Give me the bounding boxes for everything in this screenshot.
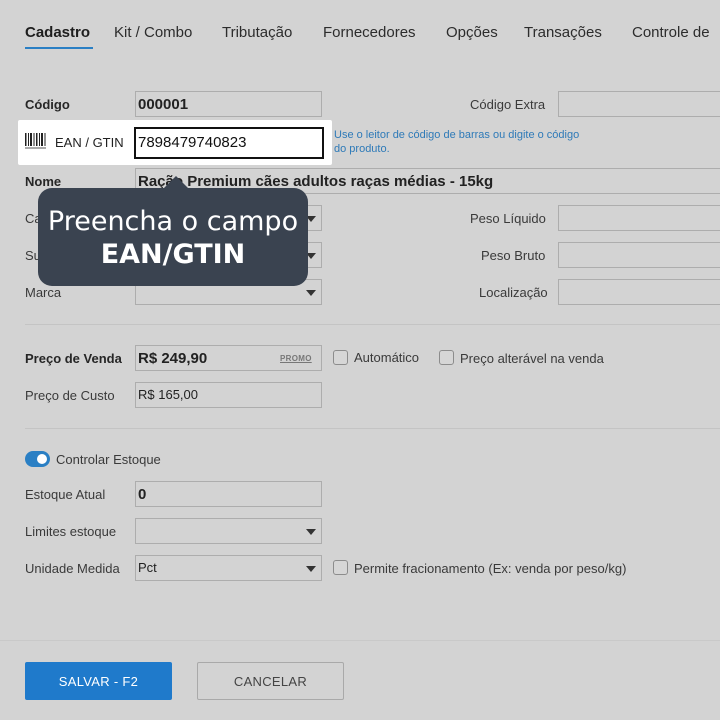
tab-kit-combo[interactable]: Kit / Combo: [114, 24, 192, 41]
section-divider: [25, 324, 720, 325]
peso-liquido-input[interactable]: [558, 205, 720, 231]
ean-label: EAN / GTIN: [55, 135, 124, 150]
section-divider: [25, 428, 720, 429]
automatico-checkbox[interactable]: [333, 350, 348, 365]
peso-bruto-input[interactable]: [558, 242, 720, 268]
limites-estoque-select[interactable]: [135, 518, 322, 544]
preco-venda-label: Preço de Venda: [25, 351, 122, 366]
toggle-knob: [37, 454, 47, 464]
codigo-extra-input[interactable]: [558, 91, 720, 117]
unidade-medida-select[interactable]: Pct: [135, 555, 322, 581]
peso-bruto-label: Peso Bruto: [481, 248, 546, 263]
cancel-button[interactable]: CANCELAR: [197, 662, 344, 700]
tab-fornecedores[interactable]: Fornecedores: [323, 24, 416, 41]
controlar-estoque-toggle[interactable]: [25, 451, 50, 467]
localizacao-label: Localização: [479, 285, 548, 300]
marca-label: Marca: [25, 285, 62, 300]
barcode-icon: [25, 133, 46, 149]
tab-tributacao[interactable]: Tributação: [222, 24, 292, 41]
codigo-label: Código: [25, 97, 70, 112]
tab-transacoes[interactable]: Transações: [524, 24, 602, 41]
tab-opcoes[interactable]: Opções: [446, 24, 498, 41]
instruction-tooltip: Preencha o campo EAN/GTIN: [38, 188, 308, 286]
tooltip-line-2: EAN/GTIN: [100, 239, 246, 270]
automatico-label: Automático: [354, 350, 420, 365]
codigo-input[interactable]: 000001: [135, 91, 322, 117]
estoque-atual-label: Estoque Atual: [25, 487, 106, 502]
preco-alteravel-label: Preço alterável na venda: [460, 351, 604, 366]
active-tab-indicator: [25, 47, 93, 49]
preco-alteravel-checkbox[interactable]: [439, 350, 454, 365]
localizacao-input[interactable]: [558, 279, 720, 305]
tab-controle[interactable]: Controle de: [632, 24, 710, 41]
limites-estoque-label: Limites estoque: [25, 524, 117, 539]
ean-gtin-input[interactable]: 7898479740823: [134, 127, 324, 159]
save-button[interactable]: SALVAR - F2: [25, 662, 172, 700]
controlar-estoque-label: Controlar Estoque: [56, 452, 161, 467]
preco-custo-label: Preço de Custo: [25, 388, 115, 403]
codigo-extra-label: Código Extra: [470, 97, 546, 112]
tooltip-line-1: Preencha o campo: [47, 206, 299, 237]
fracionamento-label: Permite fracionamento (Ex: venda por pes…: [354, 561, 627, 576]
chevron-down-icon: [306, 290, 316, 296]
fracionamento-checkbox[interactable]: [333, 560, 348, 575]
peso-liquido-label: Peso Líquido: [470, 211, 546, 226]
chevron-down-icon: [306, 566, 316, 572]
ean-hint-text: Use o leitor de código de barras ou digi…: [334, 129, 580, 155]
unidade-medida-label: Unidade Medida: [25, 561, 120, 576]
tab-cadastro[interactable]: Cadastro: [25, 24, 90, 41]
preco-custo-input[interactable]: R$ 165,00: [135, 382, 322, 408]
nome-label: Nome: [25, 174, 62, 189]
promo-link[interactable]: PROMO: [280, 354, 312, 363]
estoque-atual-input[interactable]: 0: [135, 481, 322, 507]
unidade-medida-value: Pct: [138, 560, 157, 575]
chevron-down-icon: [306, 529, 316, 535]
